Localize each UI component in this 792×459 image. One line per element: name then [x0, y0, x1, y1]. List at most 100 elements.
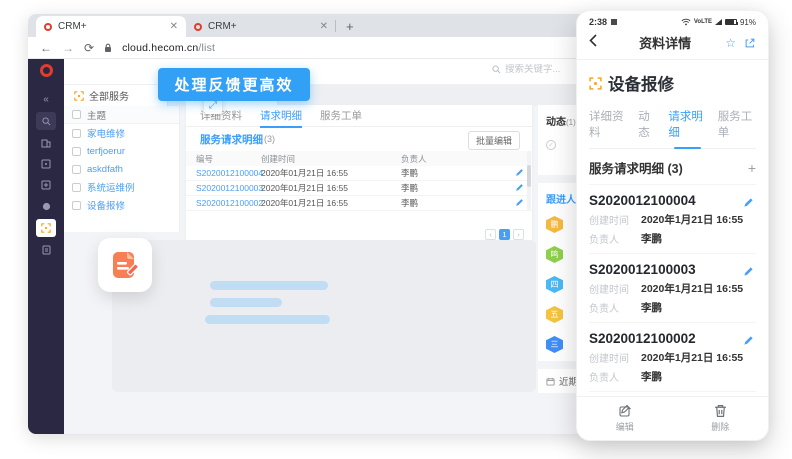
tab-close-icon[interactable]: ✕: [320, 22, 328, 32]
view-tab-all-services[interactable]: 全部服务: [64, 85, 168, 106]
phone-section-title: 服务请求明细 (3): [589, 158, 683, 177]
scrollbar-thumb[interactable]: [527, 165, 531, 187]
avatar[interactable]: 鹏: [546, 216, 563, 233]
created-time: 2020年01月21日 16:55: [261, 197, 401, 209]
search-input[interactable]: [505, 64, 583, 75]
request-id-link[interactable]: S2020012100003: [196, 183, 263, 193]
avatar[interactable]: 四: [546, 276, 563, 293]
skeleton-bar: [205, 315, 330, 324]
column-subject: 主题: [87, 108, 106, 122]
prev-page-icon[interactable]: ‹: [485, 229, 496, 240]
tab-dynamics[interactable]: 动态: [638, 108, 657, 140]
list-item[interactable]: 设备报修: [64, 196, 179, 214]
delete-button[interactable]: 删除: [673, 397, 769, 440]
phone-tabs: 详细资料 动态 请求明细 服务工单: [589, 108, 756, 149]
subject-link[interactable]: 设备报修: [87, 198, 125, 212]
edit-pencil-icon[interactable]: [743, 264, 754, 282]
request-table: 编号 创建时间 负责人 S2020012100004 2020年01月21日 1…: [186, 151, 532, 211]
created-value: 2020年1月21日 16:55: [641, 281, 743, 296]
collapse-icon[interactable]: «: [36, 91, 56, 107]
tab-detail-info[interactable]: 详细资料: [589, 108, 627, 140]
row-checkbox[interactable]: [72, 129, 81, 138]
created-value: 2020年1月21日 16:55: [641, 212, 743, 227]
org-icon[interactable]: [36, 135, 56, 151]
owner-label: 负责人: [589, 300, 641, 315]
subject-link[interactable]: 家电维修: [87, 126, 125, 140]
new-tab-button[interactable]: +: [346, 20, 354, 33]
phone-body: 设备报修 详细资料 动态 请求明细 服务工单 服务请求明细 (3) + S202…: [577, 71, 768, 421]
list-item[interactable]: 系统运维例: [64, 178, 179, 196]
page-number[interactable]: 1: [499, 229, 510, 240]
add-icon[interactable]: +: [748, 161, 756, 175]
share-icon[interactable]: [744, 37, 756, 49]
select-all-checkbox[interactable]: [72, 110, 81, 119]
phone-section-header: 服务请求明细 (3) +: [589, 149, 756, 185]
request-card[interactable]: S2020012100003 创建时间2020年1月21日 16:55 负责人李…: [589, 254, 756, 323]
next-page-icon[interactable]: ›: [513, 229, 524, 240]
phone-status-bar: 2:38 VoLTE 91%: [577, 11, 768, 29]
created-label: 创建时间: [589, 212, 641, 227]
report-icon[interactable]: [36, 242, 56, 258]
request-id: S2020012100003: [589, 262, 756, 277]
reload-icon[interactable]: ⟳: [84, 42, 94, 54]
edit-pencil-icon[interactable]: [743, 333, 754, 351]
owner-label: 负责人: [589, 369, 641, 384]
signal-icon: [715, 19, 722, 25]
row-checkbox[interactable]: [72, 201, 81, 210]
request-id-link[interactable]: S2020012100002: [196, 198, 263, 208]
back-chevron-icon[interactable]: [589, 34, 605, 52]
tab-request-detail[interactable]: 请求明细: [260, 108, 302, 123]
url-text[interactable]: cloud.hecom.cn/list: [122, 42, 215, 54]
subject-link[interactable]: askdfafh: [87, 164, 123, 175]
browser-tab-2[interactable]: CRM+ ✕: [186, 16, 336, 37]
edit-button[interactable]: 编辑: [577, 397, 673, 440]
batch-edit-button[interactable]: 批量编辑: [468, 131, 520, 150]
subject-link[interactable]: 系统运维例: [87, 180, 135, 194]
list-item[interactable]: terfjoerur: [64, 142, 179, 160]
created-label: 创建时间: [589, 281, 641, 296]
request-id-link[interactable]: S2020012100004: [196, 168, 263, 178]
edit-icon: [618, 404, 632, 418]
avatar[interactable]: 三: [546, 336, 563, 353]
request-card[interactable]: S2020012100004 创建时间2020年1月21日 16:55 负责人李…: [589, 185, 756, 254]
url-host: cloud.hecom.cn: [122, 42, 198, 54]
phone-mockup: 2:38 VoLTE 91% 资料详情 ☆ 设备报修: [576, 10, 769, 441]
back-icon[interactable]: ←: [40, 42, 52, 54]
check-circle-icon: ✓: [546, 140, 556, 150]
table-row[interactable]: S2020012100002 2020年01月21日 16:55 李鹏: [186, 196, 532, 211]
column-id: 编号: [186, 153, 261, 165]
list-item[interactable]: 家电维修: [64, 124, 179, 142]
star-icon[interactable]: ☆: [725, 36, 736, 50]
edit-pencil-icon[interactable]: [743, 195, 754, 213]
search-icon[interactable]: [36, 112, 56, 130]
browser-tab-title: CRM+: [208, 21, 314, 32]
row-checkbox[interactable]: [72, 147, 81, 156]
search-icon: [492, 65, 501, 74]
global-search[interactable]: [492, 64, 583, 75]
subject-link[interactable]: terfjoerur: [87, 146, 125, 157]
table-row[interactable]: S2020012100003 2020年01月21日 16:55 李鹏: [186, 181, 532, 196]
column-created: 创建时间: [261, 153, 401, 165]
list-item[interactable]: askdfafh: [64, 160, 179, 178]
table-scrollbar[interactable]: [527, 151, 531, 211]
table-row[interactable]: S2020012100004 2020年01月21日 16:55 李鹏: [186, 166, 532, 181]
tab-service-order[interactable]: 服务工单: [718, 108, 756, 140]
help-icon[interactable]: [36, 198, 56, 214]
tab-service-order[interactable]: 服务工单: [320, 108, 362, 123]
avatar[interactable]: 五: [546, 306, 563, 323]
row-checkbox[interactable]: [72, 183, 81, 192]
module-grid-icon[interactable]: [36, 156, 56, 172]
forward-icon[interactable]: →: [62, 42, 74, 54]
lock-icon: [104, 43, 112, 53]
request-card[interactable]: S2020012100002 创建时间2020年1月21日 16:55 负责人李…: [589, 323, 756, 392]
tab-request-detail[interactable]: 请求明细: [668, 108, 706, 140]
document-icon-card: [98, 238, 152, 292]
active-module-icon[interactable]: [36, 219, 56, 237]
row-checkbox[interactable]: [72, 165, 81, 174]
owner: 李鹏: [401, 182, 506, 194]
tab-close-icon[interactable]: ✕: [170, 22, 178, 32]
request-id: S2020012100004: [589, 193, 756, 208]
avatar[interactable]: 鸣: [546, 246, 563, 263]
module-grid-icon-2[interactable]: [36, 177, 56, 193]
browser-tab-1[interactable]: CRM+ ✕: [36, 16, 186, 37]
